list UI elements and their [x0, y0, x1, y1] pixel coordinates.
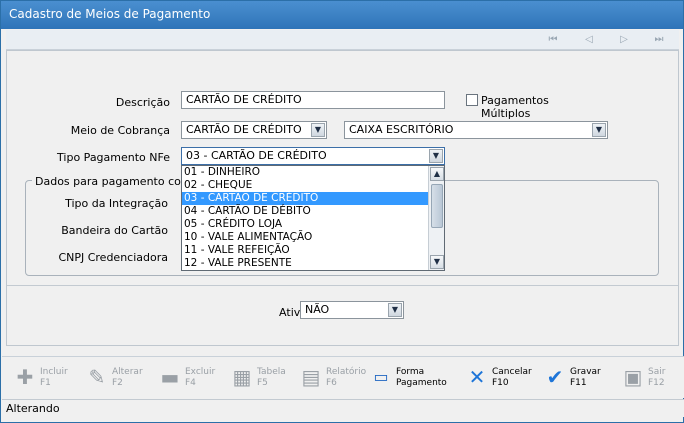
check-icon: ✔: [546, 365, 564, 389]
record-navigation-bar: ⏮ ◁ ▷ ⏭: [6, 30, 679, 50]
sair-label: Sair: [648, 367, 666, 377]
cancelar-button[interactable]: ✕ Cancelar F10: [464, 363, 544, 395]
gravar-key: F11: [570, 378, 587, 388]
scroll-up-icon[interactable]: ▲: [430, 167, 444, 181]
gravar-button[interactable]: ✔ Gravar F11: [542, 363, 618, 395]
dropdown-item[interactable]: 10 - VALE ALIMENTAÇÃO: [182, 231, 428, 244]
tabela-key: F5: [257, 378, 268, 388]
sair-key: F12: [648, 378, 665, 388]
forma-key: Pagamento: [396, 378, 447, 388]
descricao-input[interactable]: CARTÃO DE CRÉDITO: [181, 91, 445, 109]
excluir-label: Excluir: [185, 367, 216, 377]
meio-cobranca-value: CARTÃO DE CRÉDITO: [186, 123, 302, 136]
descricao-label: Descrição: [115, 96, 170, 109]
meio-cobranca-select[interactable]: CARTÃO DE CRÉDITO ▼: [181, 121, 327, 139]
title-bar: Cadastro de Meios de Pagamento: [1, 1, 683, 29]
pagamentos-multiplos-label: Pagamentos Múltiplos: [481, 94, 549, 120]
form-divider: [7, 285, 678, 286]
report-icon: ▤: [301, 365, 321, 389]
dropdown-item[interactable]: 02 - CHEQUE: [182, 179, 428, 192]
caixa-select[interactable]: CAIXA ESCRITÓRIO ▼: [344, 121, 608, 139]
action-toolbar: ✚ Incluir F1 ✎ Alterar F2 ▬ Excluir F4 ▦ Ta…: [2, 356, 684, 398]
dropdown-item[interactable]: 04 - CARTÃO DE DÉBITO: [182, 205, 428, 218]
meio-cobranca-label: Meio de Cobrança: [70, 124, 170, 137]
tipo-pagamento-dropdown-list[interactable]: 01 - DINHEIRO 02 - CHEQUE 03 - CARTÃO DE C…: [181, 165, 445, 271]
scroll-thumb[interactable]: [431, 184, 443, 228]
forma-pagamento-button[interactable]: ▭ Forma Pagamento: [368, 363, 454, 395]
chevron-down-icon[interactable]: ▼: [388, 303, 402, 317]
scroll-down-icon[interactable]: ▼: [430, 255, 444, 269]
bandeira-cartao-label: Bandeira do Cartão: [61, 224, 168, 237]
dropdown-item[interactable]: 01 - DINHEIRO: [182, 166, 428, 179]
window: Cadastro de Meios de Pagamento ⏮ ◁ ▷ ⏭ D…: [0, 0, 684, 423]
cancel-x-icon: ✕: [468, 365, 486, 389]
last-record-icon[interactable]: ⏭: [652, 33, 666, 47]
forma-label: Forma: [396, 367, 425, 377]
status-bar: Alterando: [2, 399, 684, 417]
status-text: Alterando: [6, 402, 60, 415]
incluir-label: Incluir: [40, 367, 68, 377]
tabela-button[interactable]: ▦ Tabela F5: [229, 363, 299, 395]
relatorio-key: F6: [326, 378, 337, 388]
dropdown-item[interactable]: 03 - CARTÃO DE CRÉDITO: [182, 192, 428, 205]
ativo-label: Ativo: [279, 306, 307, 319]
first-record-icon[interactable]: ⏮: [546, 33, 560, 47]
tipo-integracao-label: Tipo da Integração: [65, 197, 168, 210]
alterar-label: Alterar: [112, 367, 143, 377]
exit-icon: ▣: [623, 365, 643, 389]
plus-icon: ✚: [16, 365, 34, 389]
next-record-icon[interactable]: ▷: [617, 33, 631, 47]
dropdown-item[interactable]: 12 - VALE PRESENTE: [182, 257, 428, 270]
tabela-label: Tabela: [257, 367, 286, 377]
dropdown-items: 01 - DINHEIRO 02 - CHEQUE 03 - CARTÃO DE C…: [182, 166, 444, 270]
card-icon: ▭: [373, 367, 389, 386]
chevron-down-icon[interactable]: ▼: [592, 123, 606, 137]
alterar-key: F2: [112, 378, 123, 388]
relatorio-label: Relatório: [326, 367, 367, 377]
dados-pagamento-group-title: Dados para pagamento com c: [32, 175, 205, 188]
ativo-select[interactable]: NÃO ▼: [300, 301, 404, 319]
sair-button[interactable]: ▣ Sair F12: [620, 363, 680, 395]
window-title: Cadastro de Meios de Pagamento: [9, 7, 211, 21]
incluir-key: F1: [40, 378, 51, 388]
table-icon: ▦: [232, 365, 252, 389]
caixa-value: CAIXA ESCRITÓRIO: [349, 123, 454, 136]
incluir-button[interactable]: ✚ Incluir F1: [12, 363, 82, 395]
gravar-label: Gravar: [570, 367, 601, 377]
minus-icon: ▬: [160, 365, 180, 389]
pencil-icon: ✎: [88, 365, 106, 389]
chevron-down-icon[interactable]: ▼: [311, 123, 325, 137]
dropdown-scrollbar[interactable]: ▲ ▼: [428, 166, 444, 270]
tipo-pagamento-select[interactable]: 03 - CARTÃO DE CRÉDITO ▼: [181, 147, 445, 165]
cancelar-key: F10: [492, 378, 509, 388]
cancelar-label: Cancelar: [492, 367, 532, 377]
ativo-value: NÃO: [305, 303, 330, 316]
tipo-pagamento-label: Tipo Pagamento NFe: [57, 151, 170, 164]
excluir-key: F4: [185, 378, 196, 388]
dropdown-item[interactable]: 11 - VALE REFEIÇÃO: [182, 244, 428, 257]
alterar-button[interactable]: ✎ Alterar F2: [84, 363, 154, 395]
tipo-pagamento-value: 03 - CARTÃO DE CRÉDITO: [186, 149, 327, 162]
excluir-button[interactable]: ▬ Excluir F4: [157, 363, 227, 395]
relatorio-button[interactable]: ▤ Relatório F6: [298, 363, 368, 395]
chevron-down-icon[interactable]: ▼: [429, 149, 443, 163]
dropdown-item[interactable]: 05 - CRÉDITO LOJA: [182, 218, 428, 231]
cnpj-credenciadora-label: CNPJ Credenciadora: [58, 251, 168, 264]
pagamentos-multiplos-checkbox[interactable]: [466, 94, 478, 106]
previous-record-icon[interactable]: ◁: [582, 33, 596, 47]
